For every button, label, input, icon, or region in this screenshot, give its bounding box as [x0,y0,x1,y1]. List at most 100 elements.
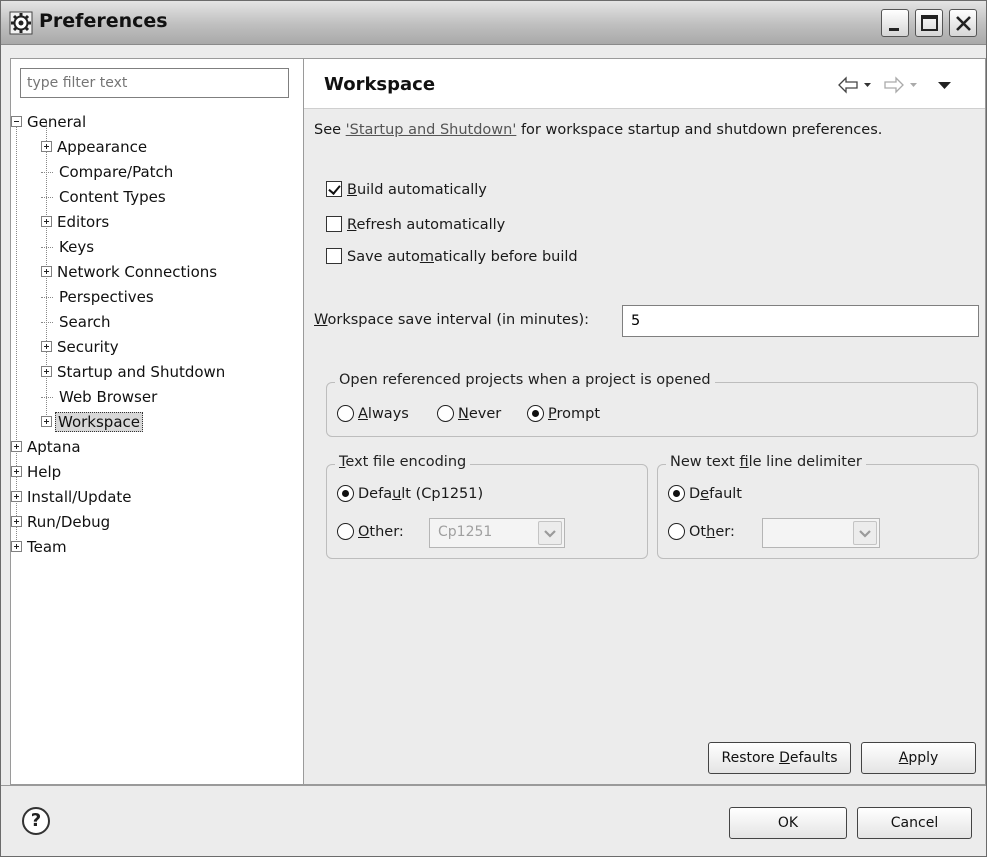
mnemonic: O [358,524,370,540]
startup-shutdown-link[interactable]: 'Startup and Shutdown' [346,122,517,138]
tree-item-label: Perspectives [59,288,154,306]
forward-dropdown-icon[interactable] [909,75,919,99]
tree-connector [41,247,53,248]
tree-item[interactable]: Compare/Patch [41,161,175,185]
tree-item[interactable]: Workspace [41,411,143,435]
radio-button[interactable] [527,404,544,422]
back-dropdown-icon[interactable] [863,75,873,99]
group-title: Text file encoding [335,454,471,470]
refresh-automatically-checkbox[interactable]: Refresh automatically [326,214,505,236]
radio-button[interactable] [337,404,354,422]
mnemonic: f [739,454,749,470]
tree-item[interactable]: Aptana [11,436,83,460]
group-title: Open referenced projects when a project … [335,372,715,388]
save-interval-input[interactable] [622,305,979,337]
delimiter-select[interactable] [762,518,880,548]
group-title-text: ext file encoding [345,454,467,470]
expand-icon[interactable] [41,366,52,377]
open-referenced-projects-group: Open referenced projects when a project … [326,372,978,437]
expand-icon[interactable] [41,141,52,152]
delimiter-other-radio[interactable]: Other: [668,521,735,543]
checkbox-box[interactable] [326,248,342,264]
radio-label: er: [715,524,735,540]
radio-button[interactable] [337,484,354,502]
cancel-button[interactable]: Cancel [857,807,972,839]
tree-item[interactable]: Appearance [41,136,149,160]
expand-icon[interactable] [11,516,22,527]
tree-item[interactable]: Search [41,311,113,335]
filter-input[interactable] [20,68,289,98]
back-arrow-icon[interactable] [837,75,859,99]
mnemonic: e [700,486,710,502]
tree-item-label: Aptana [27,438,81,456]
tree-item[interactable]: Run/Debug [11,511,112,535]
encoding-other-radio[interactable]: Other: [337,521,404,543]
save-automatically-checkbox[interactable]: Save automatically before build [326,246,578,268]
tree-item[interactable]: Web Browser [41,386,159,410]
tree-item-label: Search [59,313,111,331]
delimiter-default-radio[interactable]: Default [668,483,742,505]
collapse-icon[interactable] [11,116,22,127]
minimize-button[interactable] [881,9,909,37]
checkbox-box[interactable] [326,216,342,232]
expand-icon[interactable] [11,441,22,452]
expand-icon[interactable] [41,216,52,227]
radio-label: Defa [358,486,393,502]
tree-item-label: Workspace [55,412,143,432]
radio-label: ever [468,406,502,422]
tree-item[interactable]: Team [11,536,69,560]
restore-defaults-button[interactable]: Restore Defaults [708,742,851,774]
close-button[interactable] [949,9,977,37]
encoding-select[interactable]: Cp1251 [429,518,565,548]
tree-connector [41,397,53,398]
never-radio[interactable]: Never [437,403,501,425]
tree-connector [41,197,53,198]
mnemonic: A [898,750,909,766]
radio-button[interactable] [437,404,454,422]
tree-item[interactable]: Perspectives [41,286,156,310]
title-bar[interactable]: Preferences [1,1,986,45]
footer-divider [1,785,986,786]
encoding-default-radio[interactable]: Default (Cp1251) [337,483,483,505]
preference-tree-pane: General Appearance Compare/Patch Content Ty… [10,58,303,785]
expand-icon[interactable] [11,541,22,552]
expand-icon[interactable] [41,416,52,427]
mnemonic: W [314,312,328,328]
chevron-down-icon[interactable] [538,521,562,545]
select-value: Cp1251 [438,524,493,540]
expand-icon[interactable] [41,266,52,277]
button-label: Restore [721,750,780,766]
tree-item[interactable]: Editors [41,211,111,235]
chevron-down-icon[interactable] [853,521,877,545]
expand-icon[interactable] [11,466,22,477]
apply-button[interactable]: Apply [861,742,976,774]
tree-item[interactable]: Startup and Shutdown [41,361,227,385]
close-icon [956,16,971,31]
checkbox-label: uild automatically [356,182,487,198]
radio-button[interactable] [668,484,685,502]
tree-item[interactable]: General [11,111,88,135]
expand-icon[interactable] [41,341,52,352]
tree-item[interactable]: Install/Update [11,486,134,510]
tree-item-label: General [27,113,87,131]
ok-button[interactable]: OK [729,807,847,839]
radio-button[interactable] [337,522,354,540]
view-menu-icon[interactable] [937,75,953,99]
tree-item[interactable]: Security [41,336,121,360]
radio-label: Ot [689,524,707,540]
tree-item[interactable]: Content Types [41,186,168,210]
tree-item[interactable]: Network Connections [41,261,219,285]
help-icon[interactable]: ? [22,807,50,835]
maximize-button[interactable] [915,9,943,37]
expand-icon[interactable] [11,491,22,502]
radio-button[interactable] [668,522,685,540]
checkbox-box[interactable] [326,181,342,197]
tree-item[interactable]: Help [11,461,63,485]
build-automatically-checkbox[interactable]: Build automatically [326,179,487,201]
tree-item[interactable]: Keys [41,236,96,260]
tree-item-label: Install/Update [27,488,132,506]
prompt-radio[interactable]: Prompt [527,403,600,425]
forward-arrow-icon[interactable] [883,75,905,99]
always-radio[interactable]: Always [337,403,409,425]
radio-label: rompt [556,406,601,422]
